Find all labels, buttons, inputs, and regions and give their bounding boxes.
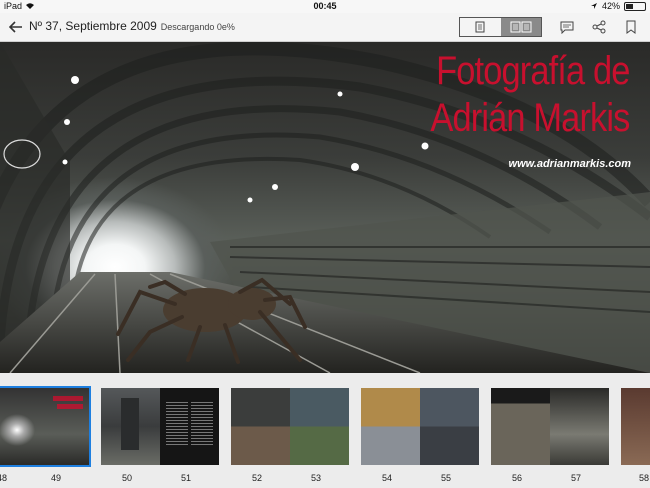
page-number: 54 xyxy=(381,473,392,483)
spread-heading: Fotografía de Adrián Markis xyxy=(430,49,631,140)
thumbnail-page-53 xyxy=(290,388,349,465)
thumbnail-spread-52-53[interactable] xyxy=(231,388,349,465)
thumbnail-spread-48-49[interactable] xyxy=(0,386,91,467)
download-status: Descargando 0e% xyxy=(160,22,235,32)
share-button[interactable] xyxy=(589,17,609,37)
double-page-view-button[interactable] xyxy=(500,18,541,36)
page-number: 56 xyxy=(511,473,522,483)
page-thumbnail-strip[interactable]: 48 49 50 51 52 53 54 55 56 57 58 xyxy=(0,373,650,488)
page-number: 52 xyxy=(251,473,262,483)
thumbnail-spread-54-55[interactable] xyxy=(361,388,479,465)
thumbnail-page-52 xyxy=(231,388,290,465)
page-number: 49 xyxy=(50,473,61,483)
thumbnail-page-51 xyxy=(160,388,219,465)
page-number: 58 xyxy=(638,473,649,483)
page-number: 48 xyxy=(0,473,7,483)
thumbnail-page-55 xyxy=(420,388,479,465)
nav-bar: Nº 37, Septiembre 2009 Descargando 0e% xyxy=(0,13,650,42)
page-number: 55 xyxy=(440,473,451,483)
page-number: 57 xyxy=(570,473,581,483)
thumbnail-page-54 xyxy=(361,388,420,465)
magazine-spread[interactable]: Fotografía de Adrián Markis www.adrianma… xyxy=(0,42,650,373)
thumbnail-page-56 xyxy=(491,388,550,465)
share-icon xyxy=(592,20,606,34)
single-page-view-button[interactable] xyxy=(460,18,501,36)
bookmark-icon xyxy=(626,20,636,34)
location-icon xyxy=(590,3,597,9)
arrow-left-icon xyxy=(9,21,22,33)
page-number: 53 xyxy=(310,473,321,483)
single-page-icon xyxy=(475,21,485,33)
speech-bubble-icon xyxy=(560,21,574,34)
thumbnail-page-49 xyxy=(0,388,89,465)
battery-percent: 42% xyxy=(601,1,620,11)
page-number: 50 xyxy=(121,473,132,483)
comments-button[interactable] xyxy=(557,17,577,37)
double-page-icon xyxy=(510,21,532,33)
thumbnail-spread-58[interactable] xyxy=(621,388,650,465)
thumbnail-page-57 xyxy=(550,388,609,465)
battery-icon xyxy=(624,1,646,11)
page-number: 51 xyxy=(180,473,191,483)
back-button[interactable] xyxy=(6,17,26,37)
status-bar: iPad 00:45 42% xyxy=(0,0,650,13)
thumbnail-spread-56-57[interactable] xyxy=(491,388,609,465)
clock: 00:45 xyxy=(313,1,337,11)
issue-title: Nº 37, Septiembre 2009 Descargando 0e% xyxy=(29,19,235,33)
view-mode-toggle xyxy=(459,17,542,37)
thumbnail-page-50 xyxy=(101,388,160,465)
photographer-url: www.adrianmarkis.com xyxy=(508,158,631,170)
thumbnail-spread-50-51[interactable] xyxy=(101,388,219,465)
thumbnail-page-58 xyxy=(621,388,650,465)
bookmark-button[interactable] xyxy=(621,17,641,37)
